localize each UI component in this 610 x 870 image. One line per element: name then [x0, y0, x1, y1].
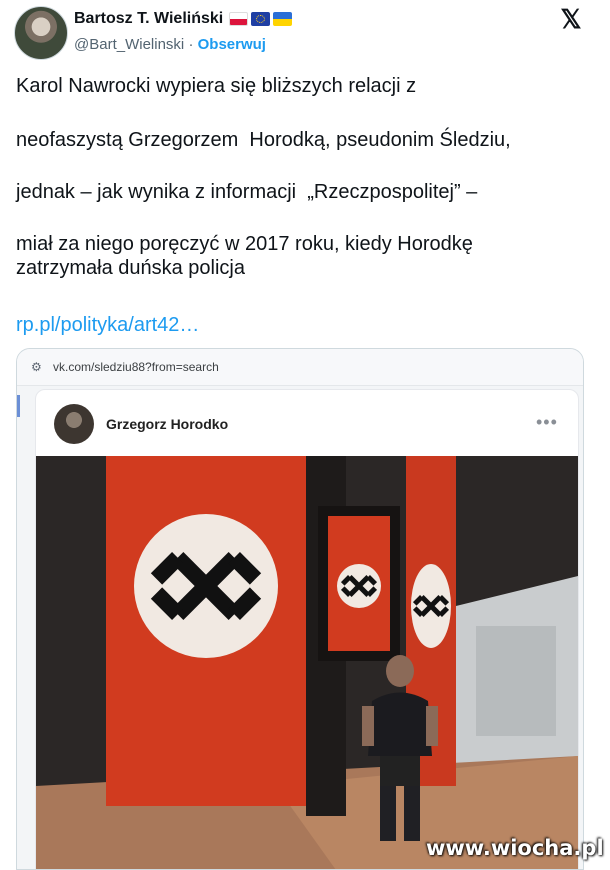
x-logo-icon[interactable]: 𝕏	[558, 6, 584, 32]
attached-screenshot[interactable]: ⚙ vk.com/sledziu88?from=search Grzegorz …	[16, 348, 584, 870]
separator-dot: ·	[188, 36, 194, 53]
ukraine-flag-icon	[273, 12, 292, 26]
tweet-paragraph: Karol Nawrocki wypiera się bliższych rel…	[16, 75, 417, 97]
photo-illustration	[36, 456, 578, 869]
vk-post-card: Grzegorz Horodko •••	[35, 389, 579, 869]
eu-flag-icon	[251, 12, 270, 26]
browser-url-bar: ⚙ vk.com/sledziu88?from=search	[17, 349, 583, 386]
tweet-header: Bartosz T. Wieliński @Bart_Wielinski · O…	[14, 6, 596, 60]
post-photo	[36, 456, 578, 869]
author-handle-line: @Bart_Wielinski · Obserwuj	[74, 36, 266, 53]
vk-profile-avatar	[54, 404, 94, 444]
author-handle[interactable]: @Bart_Wielinski	[74, 36, 184, 53]
tweet-paragraph: miał za niego poręczyć w 2017 roku, kied…	[16, 233, 473, 279]
poland-flag-icon	[229, 12, 248, 26]
follow-button[interactable]: Obserwuj	[198, 36, 266, 53]
browser-url: vk.com/sledziu88?from=search	[53, 360, 219, 374]
tweet-paragraph: jednak – jak wynika z informacji „Rzeczp…	[16, 181, 478, 203]
site-settings-icon: ⚙	[31, 360, 42, 374]
flag-emojis	[229, 12, 292, 26]
watermark: www.wiocha.pl	[426, 836, 604, 860]
author-name[interactable]: Bartosz T. Wieliński	[74, 10, 223, 28]
article-link[interactable]: rp.pl/polityka/art42…	[16, 314, 199, 337]
more-options-icon: •••	[536, 412, 558, 432]
author-avatar[interactable]	[14, 6, 68, 60]
tweet-paragraph: neofaszystą Grzegorzem Horodką, pseudoni…	[16, 129, 511, 151]
vk-profile-name: Grzegorz Horodko	[106, 416, 229, 432]
sidebar-marker	[17, 395, 20, 417]
